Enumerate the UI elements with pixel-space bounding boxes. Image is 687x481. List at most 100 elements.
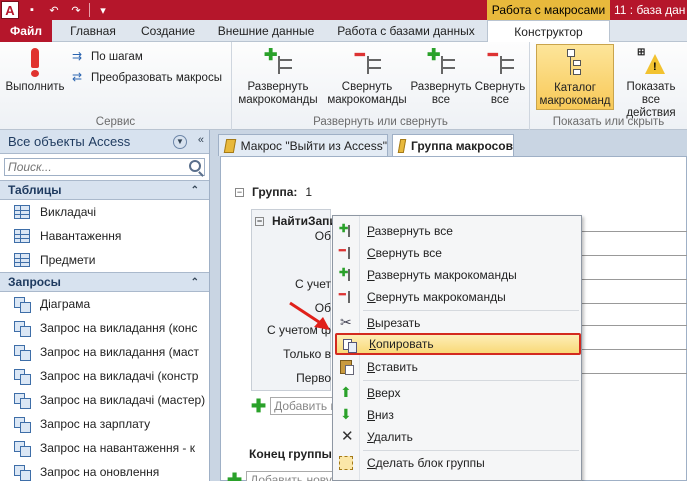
nav-query-item[interactable]: Запрос на викладачі (констр (0, 364, 209, 388)
collapse-all-button[interactable]: ━ Свернуть все (472, 46, 528, 107)
query-icon (14, 297, 31, 313)
nav-pane-header[interactable]: Все объекты Access ▼ « (0, 130, 209, 154)
expand-all-icon: ✚ (339, 223, 355, 239)
menu-item-make-group-block[interactable]: Сделать блок группы (333, 452, 581, 474)
menu-item-expand-actions[interactable]: ✚ Развернуть макрокоманды (333, 264, 581, 286)
argument-field[interactable] (581, 349, 687, 350)
menu-item-expand-all[interactable]: ✚ Развернуть все (333, 220, 581, 242)
step-button[interactable]: ⇉ По шагам (72, 49, 143, 65)
menu-item-copy[interactable]: Копировать (335, 333, 581, 355)
nav-query-item[interactable]: Запрос на оновлення (0, 460, 209, 481)
nav-query-item[interactable]: Діаграма (0, 292, 209, 316)
scissors-icon: ✂ (340, 314, 352, 330)
tab-file[interactable]: Файл (0, 20, 52, 42)
tables-section-header[interactable]: Таблицы ⌃ (0, 180, 209, 200)
copy-icon (343, 338, 359, 354)
nav-search-input[interactable] (5, 160, 175, 174)
menu-item-label: Вниз (367, 408, 394, 422)
nav-table-label: Предмети (40, 253, 96, 267)
collapse-actions-label-1: Свернуть (341, 81, 393, 93)
run-label: Выполнить (5, 81, 65, 93)
redo-icon[interactable]: ↷ (67, 4, 85, 17)
query-icon (14, 441, 31, 457)
nav-query-item[interactable]: Запрос на викладання (конс (0, 316, 209, 340)
expand-actions-button[interactable]: ✚ Развернуть макрокоманды (232, 46, 324, 107)
tab-create[interactable]: Создание (132, 20, 204, 42)
doc-tab-exit-access-macro[interactable]: Макрос "Выйти из Access" (218, 134, 388, 156)
doc-tab-label: Группа макросов (411, 138, 513, 153)
table-icon (14, 253, 30, 267)
add-action-row-outer: ✚ Добавить нову (227, 471, 337, 481)
menu-item-paste[interactable]: Вставить (333, 356, 581, 378)
run-icon (19, 46, 51, 78)
query-icon (14, 345, 31, 361)
menu-item-collapse-all[interactable]: ━ Свернуть все (333, 242, 581, 264)
tab-external-data[interactable]: Внешние данные (210, 20, 322, 42)
argument-field[interactable] (581, 255, 687, 256)
chevron-down-icon[interactable]: ▼ (173, 135, 187, 149)
argument-field[interactable] (581, 279, 687, 280)
collapse-section-icon[interactable]: ⌃ (191, 277, 199, 288)
argument-field[interactable] (581, 373, 687, 374)
save-icon[interactable]: ▪ (23, 4, 41, 16)
expand-all-button[interactable]: ✚ Развернуть все (410, 46, 472, 107)
search-icon[interactable] (189, 160, 201, 172)
tab-database-tools[interactable]: Работа с базами данных (328, 20, 484, 42)
nav-table-item[interactable]: Навантаження (0, 224, 209, 248)
collapse-actions-label-2: макрокоманды (327, 94, 407, 106)
collapse-pane-icon[interactable]: « (198, 134, 204, 146)
nav-query-label: Запрос на оновлення (40, 465, 160, 479)
nav-query-item[interactable]: Запрос на навантаження - к (0, 436, 209, 460)
nav-query-item[interactable]: Запрос на викладачі (мастер) (0, 388, 209, 412)
collapse-actions-button[interactable]: ━ Свернуть макрокоманды (324, 46, 410, 107)
collapse-group-icon[interactable]: − (235, 187, 244, 197)
menu-separator (363, 310, 579, 311)
menu-item-cut[interactable]: ✂ Вырезать (333, 312, 581, 334)
convert-macros-button[interactable]: ⇄ Преобразовать макросы (72, 70, 222, 86)
tab-home[interactable]: Главная (58, 20, 128, 42)
nav-query-label: Запрос на викладачі (мастер) (40, 393, 206, 407)
nav-query-item[interactable]: Запрос на зарплату (0, 412, 209, 436)
menu-item-delete[interactable]: ✕ Удалить (333, 426, 581, 448)
nav-query-label: Запрос на викладання (конс (40, 321, 198, 335)
ribbon-group-service: Выполнить ⇉ По шагам ⇄ Преобразовать мак… (0, 42, 232, 130)
context-tab-title: Работа с макросами (487, 0, 610, 20)
queries-section-header[interactable]: Запросы ⌃ (0, 272, 209, 292)
run-button[interactable]: Выполнить (2, 46, 68, 94)
nav-table-item[interactable]: Викладачі (0, 200, 209, 224)
expand-all-label-2: все (431, 94, 451, 106)
expand-actions-label-1: Развернуть (247, 81, 309, 93)
show-all-actions-button[interactable]: ⊞ ! Показать все действия (616, 46, 686, 120)
document-tabs: Макрос "Выйти из Access" Группа макросов (210, 130, 687, 156)
argument-field[interactable] (581, 325, 687, 326)
menu-separator (363, 380, 579, 381)
table-icon (14, 229, 30, 243)
tab-design[interactable]: Конструктор (487, 20, 610, 43)
menu-item-label: Сделать блок группы (367, 456, 485, 470)
query-icon (14, 369, 31, 385)
menu-item-collapse-actions[interactable]: ━ Свернуть макрокоманды (333, 286, 581, 308)
collapse-section-icon[interactable]: ⌃ (191, 185, 199, 196)
nav-search-box (4, 158, 205, 176)
doc-tab-macro-group[interactable]: Группа макросов (392, 134, 514, 156)
menu-separator (363, 450, 579, 451)
action-catalog-icon (559, 47, 591, 79)
add-action-combo-outer[interactable]: Добавить нову (246, 471, 337, 481)
menu-item-move-down[interactable]: ⬇ Вниз (333, 404, 581, 426)
action-catalog-button[interactable]: Каталог макрокоманд (536, 44, 614, 110)
show-all-actions-label-1: Показать (626, 81, 676, 93)
nav-query-item[interactable]: Запрос на викладання (маст (0, 340, 209, 364)
menu-item-move-up[interactable]: ⬆ Вверх (333, 382, 581, 404)
access-app-icon[interactable]: A (1, 1, 19, 19)
tables-section-label: Таблицы (8, 183, 62, 197)
context-menu: ✚ Развернуть все ━ Свернуть все ✚ Развер… (332, 215, 582, 481)
argument-field[interactable] (581, 231, 687, 232)
undo-icon[interactable]: ↶ (45, 4, 63, 17)
menu-item-label: Копировать (369, 337, 434, 351)
nav-table-item[interactable]: Предмети (0, 248, 209, 272)
collapse-submacro-icon[interactable]: − (255, 216, 264, 226)
menu-item-label: Свернуть все (367, 246, 442, 260)
add-action-combo-inner[interactable]: Добавить н (270, 397, 339, 415)
customize-qat-icon[interactable]: ▾ (94, 4, 112, 17)
argument-field[interactable] (581, 303, 687, 304)
